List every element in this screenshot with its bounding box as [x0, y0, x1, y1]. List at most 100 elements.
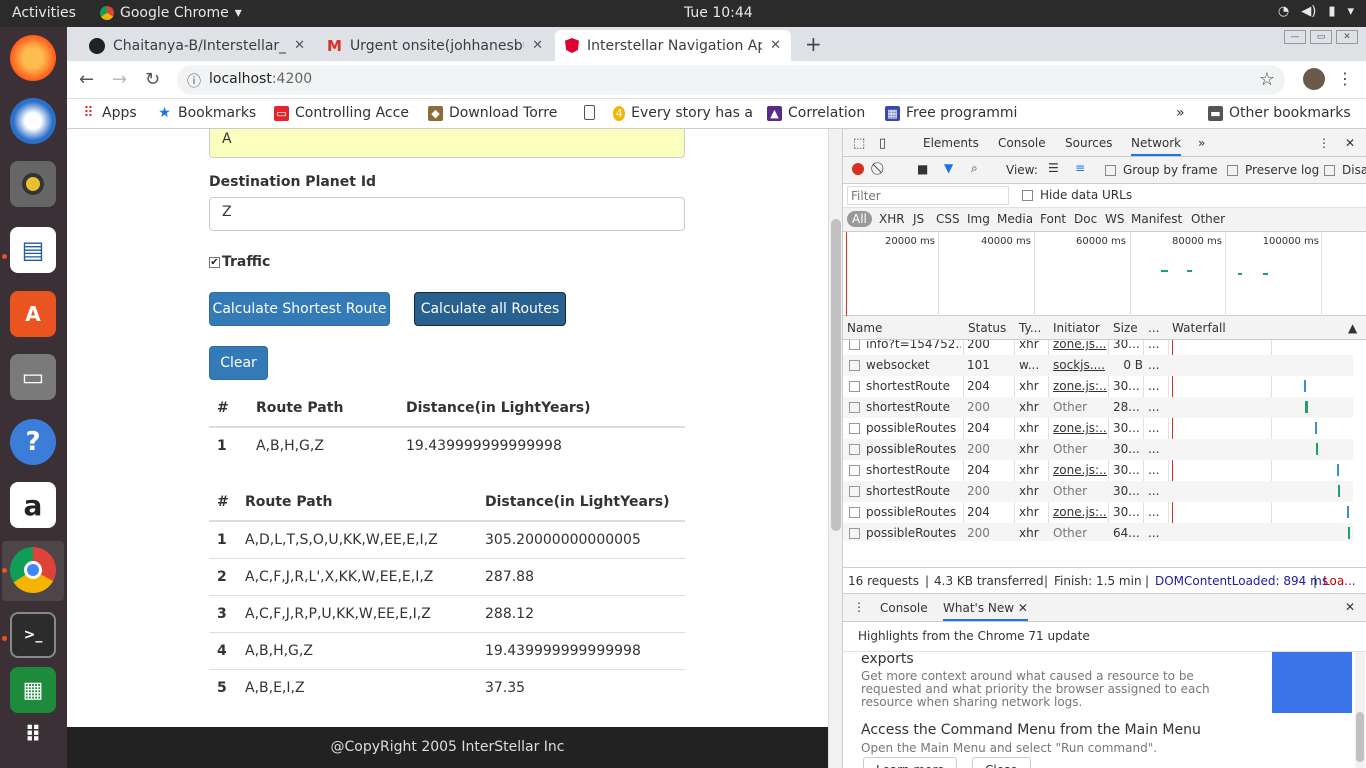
bookmark-download[interactable]: ◆ Download Torre — [428, 105, 568, 121]
type-other[interactable]: Other — [1191, 212, 1225, 226]
network-overview[interactable]: 20000 ms 40000 ms 60000 ms 80000 ms 1000… — [843, 232, 1366, 316]
avatar[interactable] — [1303, 68, 1325, 90]
filter-input[interactable] — [847, 186, 1009, 205]
bookmark-star-icon[interactable]: ☆ — [1259, 69, 1275, 90]
system-tray[interactable]: ◔ ◀) ▮ ▾ — [1278, 4, 1354, 19]
type-font[interactable]: Font — [1040, 212, 1066, 226]
address-bar[interactable]: ⓘ localhost:4200 ☆ — [177, 65, 1285, 95]
calculate-all-routes-button[interactable]: Calculate all Routes — [414, 292, 566, 326]
network-request-row[interactable]: websocket 101 w... sockjs.... 0 B... — [843, 355, 1353, 376]
close-devtools-icon[interactable]: ✕ — [1345, 136, 1355, 150]
network-request-row[interactable]: shortestRoute 200 xhr Other 28...... — [843, 397, 1353, 418]
learn-more-button[interactable]: Learn more — [863, 757, 958, 768]
network-request-row[interactable]: shortestRoute 200 xhr Other 30...... — [843, 481, 1353, 502]
drawer-tab-whats-new[interactable]: What's New ✕ — [943, 601, 1028, 621]
preserve-log-checkbox[interactable] — [1227, 165, 1238, 176]
help-icon[interactable]: ? — [10, 419, 56, 465]
tab-sources[interactable]: Sources — [1065, 136, 1112, 150]
tab-interstellar[interactable]: Interstellar Navigation Ap ✕ — [555, 30, 791, 61]
type-xhr[interactable]: XHR — [879, 212, 905, 226]
inspect-icon[interactable]: ⬚ — [853, 136, 865, 151]
tab-github[interactable]: Chaitanya-B/Interstellar_l ✕ — [79, 30, 315, 61]
network-request-row[interactable]: info?t=154752... 200 xhr zone.js... 30...... — [843, 340, 1353, 355]
back-button[interactable]: ← — [79, 69, 94, 90]
sort-up-icon[interactable]: ▲ — [1348, 321, 1357, 335]
minimize-button[interactable]: — — [1284, 30, 1306, 44]
destination-planet-input[interactable]: Z — [209, 197, 685, 231]
type-all[interactable]: All — [847, 211, 872, 227]
reload-button[interactable]: ↻ — [145, 69, 160, 90]
maximize-button[interactable]: ▭ — [1310, 30, 1332, 44]
network-request-row[interactable]: possibleRoutes 204 xhr zone.js:... 30...... — [843, 418, 1353, 439]
bookmarks-overflow-chevron[interactable]: » — [1176, 105, 1185, 121]
terminal-icon[interactable]: >_ — [10, 612, 56, 658]
more-tabs-chevron[interactable]: » — [1198, 136, 1205, 150]
search-icon[interactable]: ⌕ — [971, 161, 978, 176]
close-icon[interactable]: ✕ — [770, 38, 781, 53]
calculate-shortest-button[interactable]: Calculate Shortest Route — [209, 292, 390, 326]
devtools-menu-icon[interactable]: ⋮ — [1318, 136, 1330, 150]
type-img[interactable]: Img — [967, 212, 990, 226]
close-button[interactable]: Close — [972, 757, 1031, 768]
thunderbird-icon[interactable] — [10, 98, 56, 144]
clear-button[interactable]: Clear — [209, 346, 268, 380]
type-ws[interactable]: WS — [1105, 212, 1124, 226]
col-time[interactable]: ... — [1148, 321, 1159, 335]
record-icon[interactable] — [852, 163, 864, 175]
new-tab-button[interactable]: + — [805, 32, 822, 56]
files-icon[interactable]: ▭ — [10, 354, 56, 400]
chrome-dock-icon[interactable] — [10, 547, 56, 593]
col-initiator[interactable]: Initiator — [1053, 321, 1100, 335]
type-css[interactable]: CSS — [936, 212, 960, 226]
hide-data-urls-checkbox[interactable] — [1022, 190, 1033, 201]
close-window-button[interactable]: ✕ — [1336, 30, 1358, 44]
bookmark-apps[interactable]: ⠿ Apps — [81, 105, 136, 121]
col-size[interactable]: Size — [1113, 321, 1138, 335]
close-drawer-icon[interactable]: ✕ — [1345, 600, 1355, 614]
software-center-icon[interactable]: A — [10, 291, 56, 337]
capture-screenshots-icon[interactable]: ■ — [917, 162, 928, 176]
filter-icon[interactable]: ▼ — [944, 161, 953, 175]
network-request-row[interactable]: possibleRoutes 200 xhr Other 30...... — [843, 439, 1353, 460]
type-media[interactable]: Media — [997, 212, 1033, 226]
traffic-checkbox[interactable]: ✔ — [209, 256, 220, 268]
more-menu-icon[interactable]: ⋮ — [1337, 69, 1353, 88]
col-type[interactable]: Ty... — [1019, 321, 1041, 335]
network-request-row[interactable]: shortestRoute 204 xhr zone.js:... 30...... — [843, 376, 1353, 397]
device-toolbar-icon[interactable]: ▯ — [879, 136, 886, 151]
app-menu[interactable]: Google Chrome ▾ — [100, 5, 242, 21]
close-icon[interactable]: ✕ — [1018, 601, 1028, 615]
col-name[interactable]: Name — [847, 321, 882, 335]
col-status[interactable]: Status — [968, 321, 1006, 335]
bookmark-free-programming[interactable]: ▦ Free programmi — [885, 105, 1025, 121]
scrollbar-thumb[interactable] — [831, 219, 841, 531]
url-text[interactable]: localhost:4200 — [209, 71, 312, 87]
network-request-row[interactable]: possibleRoutes 204 xhr zone.js:... 30...... — [843, 502, 1353, 523]
drawer-menu-icon[interactable]: ⋮ — [853, 600, 865, 614]
page-scrollbar[interactable] — [828, 129, 842, 768]
network-request-row[interactable]: possibleRoutes 200 xhr Other 64...... — [843, 523, 1353, 541]
spreadsheet-icon[interactable]: ▦ — [10, 667, 56, 713]
bookmark-every-story[interactable]: 4 Every story has a — [613, 105, 753, 121]
tab-console[interactable]: Console — [998, 136, 1046, 150]
bookmark-bookmarks[interactable]: ★ Bookmarks — [157, 105, 256, 121]
amazon-icon[interactable]: a — [10, 482, 56, 528]
col-waterfall[interactable]: Waterfall — [1172, 321, 1226, 335]
source-planet-input[interactable]: A — [209, 129, 685, 158]
type-js[interactable]: JS — [913, 212, 924, 226]
forward-button[interactable]: → — [112, 69, 127, 90]
drawer-tab-console[interactable]: Console — [880, 601, 928, 615]
other-bookmarks[interactable]: ▬ Other bookmarks — [1208, 105, 1351, 121]
show-applications-icon[interactable]: ⠿ — [10, 712, 56, 758]
close-icon[interactable]: ✕ — [294, 38, 305, 53]
close-icon[interactable]: ✕ — [532, 38, 543, 53]
network-request-row[interactable]: shortestRoute 204 xhr zone.js:... 30...... — [843, 460, 1353, 481]
bookmark-page[interactable] — [584, 105, 595, 120]
overview-icon[interactable]: ≡ — [1075, 161, 1085, 175]
tab-elements[interactable]: Elements — [923, 136, 979, 150]
writer-icon[interactable]: ▤ — [10, 227, 56, 273]
activities-button[interactable]: Activities — [12, 5, 76, 21]
firefox-icon[interactable] — [10, 35, 56, 81]
list-view-icon[interactable]: ☰ — [1048, 161, 1059, 175]
tab-network[interactable]: Network — [1131, 136, 1182, 156]
